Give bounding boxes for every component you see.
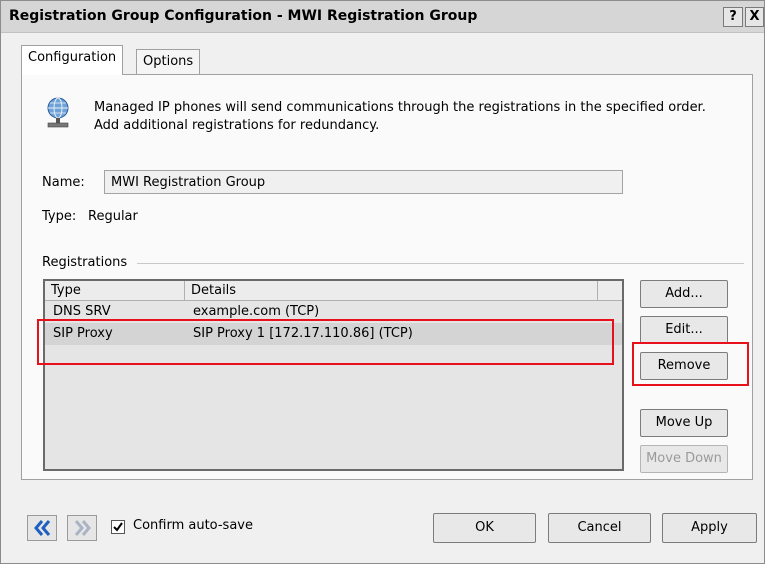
type-value: Regular (88, 209, 138, 224)
row-details: example.com (TCP) (193, 304, 320, 319)
close-button[interactable]: X (745, 7, 764, 27)
group-divider (137, 263, 744, 264)
row-type: SIP Proxy (53, 326, 113, 341)
tab-configuration[interactable]: Configuration (21, 45, 124, 75)
row-details: SIP Proxy 1 [172.17.110.86] (TCP) (193, 326, 413, 341)
list-header: Type Details (45, 281, 622, 301)
double-chevron-right-icon (74, 520, 91, 536)
table-row-selected[interactable]: SIP Proxy SIP Proxy 1 [172.17.110.86] (T… (45, 323, 622, 345)
edit-button[interactable]: Edit... (640, 316, 728, 344)
type-label: Type: (42, 209, 77, 224)
window-title: Registration Group Configuration - MWI R… (9, 8, 478, 24)
dialog-window: Registration Group Configuration - MWI R… (0, 0, 765, 564)
globe-network-icon (47, 97, 69, 128)
next-button[interactable] (67, 515, 97, 541)
registrations-list[interactable]: Type Details DNS SRV example.com (TCP) S… (43, 279, 624, 471)
configuration-panel: Managed IP phones will send communicatio… (21, 74, 753, 480)
registrations-group-label: Registrations (42, 255, 128, 270)
row-type: DNS SRV (53, 304, 111, 319)
description-line-1: Managed IP phones will send communicatio… (94, 100, 706, 115)
move-down-button[interactable]: Move Down (640, 445, 728, 473)
description-line-2: Add additional registrations for redunda… (94, 118, 380, 133)
double-chevron-left-icon (34, 520, 51, 536)
table-row[interactable]: DNS SRV example.com (TCP) (45, 301, 622, 323)
tab-options[interactable]: Options (136, 49, 201, 74)
ok-button[interactable]: OK (433, 513, 536, 543)
remove-button[interactable]: Remove (640, 352, 728, 380)
name-input[interactable] (104, 170, 623, 194)
title-bar[interactable]: Registration Group Configuration - MWI R… (1, 1, 764, 33)
column-header-details[interactable]: Details (185, 281, 598, 301)
column-header-type[interactable]: Type (45, 281, 185, 301)
add-button[interactable]: Add... (640, 280, 728, 308)
apply-button[interactable]: Apply (662, 513, 757, 543)
confirm-autosave-label[interactable]: Confirm auto-save (133, 518, 253, 533)
confirm-autosave-checkbox[interactable] (111, 520, 125, 534)
description-text: Managed IP phones will send communicatio… (94, 99, 734, 135)
cancel-button[interactable]: Cancel (548, 513, 651, 543)
help-button[interactable]: ? (723, 7, 743, 27)
previous-button[interactable] (27, 515, 57, 541)
checkmark-icon (113, 522, 123, 532)
move-up-button[interactable]: Move Up (640, 409, 728, 437)
name-label: Name: (42, 175, 85, 190)
